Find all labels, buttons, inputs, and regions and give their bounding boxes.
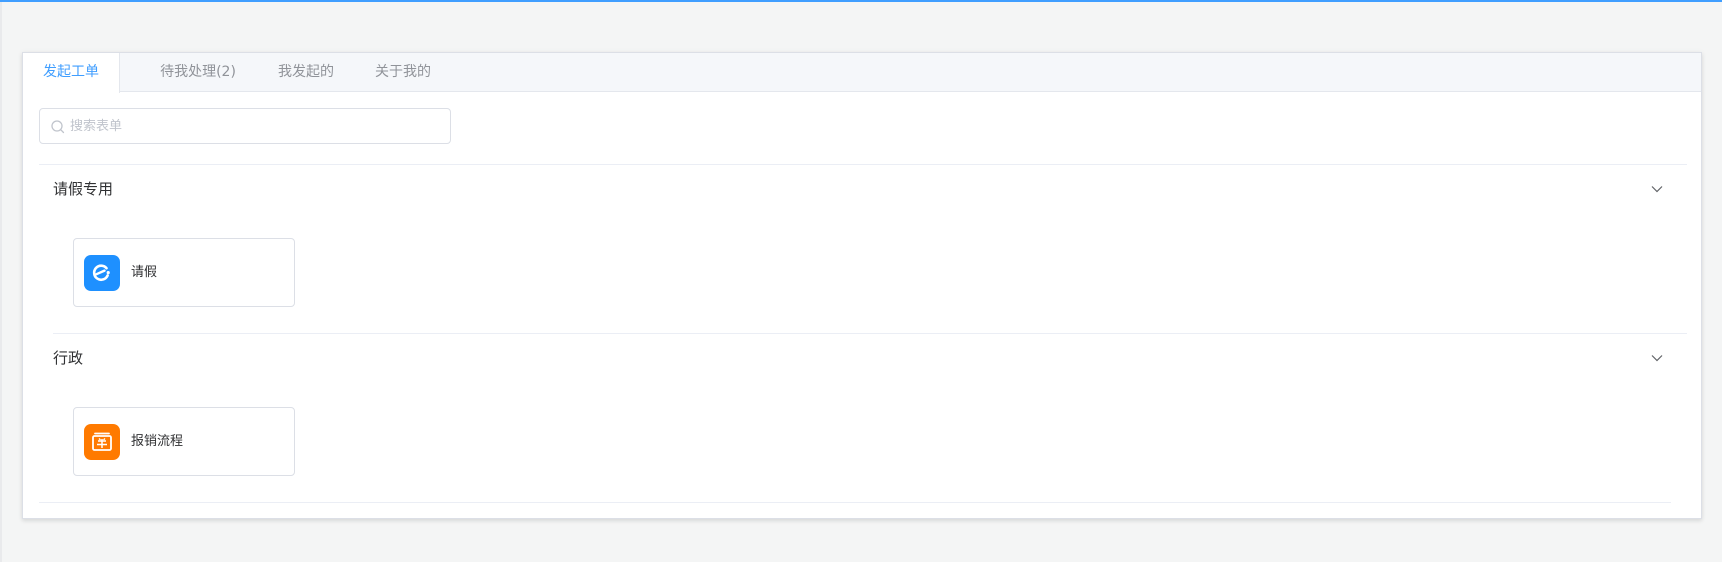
left-edge — [0, 2, 2, 562]
chevron-down-icon[interactable] — [1649, 350, 1665, 366]
form-card-leave[interactable]: 请假 — [73, 238, 295, 307]
tab-initiated-by-me[interactable]: 我发起的 — [256, 53, 356, 92]
divider — [39, 164, 1687, 165]
leave-icon — [84, 255, 120, 291]
tabs-header: 发起工单 待我处理(2) 我发起的 关于我的 — [23, 53, 1701, 93]
workorder-panel: 发起工单 待我处理(2) 我发起的 关于我的 请假专用 请假 — [22, 52, 1702, 519]
form-card-reimbursement[interactable]: 报销流程 — [73, 407, 295, 476]
top-accent-bar — [0, 0, 1722, 2]
tab-start-workorder[interactable]: 发起工单 — [23, 53, 120, 93]
search-icon — [50, 119, 66, 135]
reimbursement-icon — [84, 424, 120, 460]
divider — [53, 333, 1687, 334]
search-input[interactable] — [70, 109, 440, 143]
chevron-down-icon[interactable] — [1649, 181, 1665, 197]
tab-related-to-me[interactable]: 关于我的 — [356, 53, 450, 92]
group-title[interactable]: 行政 — [53, 347, 83, 369]
form-card-label: 请假 — [131, 265, 158, 280]
search-box[interactable] — [39, 108, 451, 144]
group-title[interactable]: 请假专用 — [53, 178, 113, 200]
form-card-label: 报销流程 — [131, 434, 184, 449]
divider — [39, 502, 1671, 503]
tab-pending[interactable]: 待我处理(2) — [140, 53, 256, 92]
